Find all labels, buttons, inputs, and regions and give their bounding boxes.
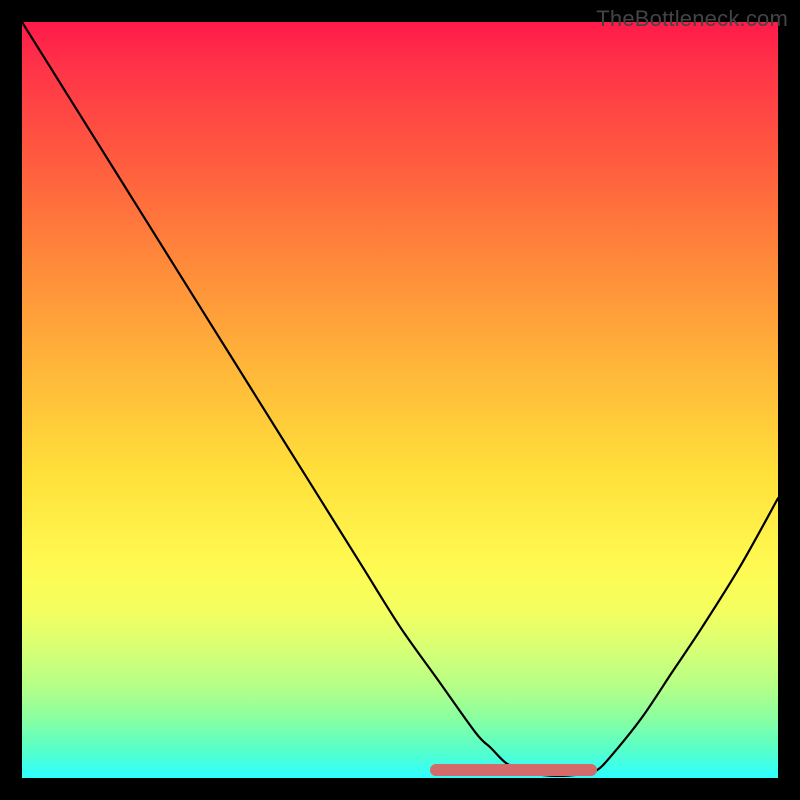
watermark-text: TheBottleneck.com — [596, 6, 788, 32]
optimal-range-marker — [430, 764, 596, 776]
chart-gradient-background — [22, 22, 778, 778]
bottleneck-curve — [22, 22, 778, 778]
